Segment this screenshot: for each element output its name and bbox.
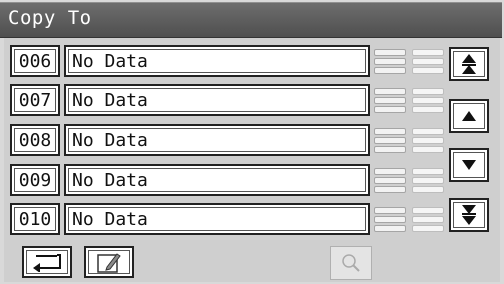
scroll-bottom-button[interactable] bbox=[449, 198, 489, 232]
list-lines-icons bbox=[374, 206, 446, 234]
double-down-arrow-icon bbox=[462, 205, 476, 225]
slot-name-button[interactable]: No Data bbox=[64, 164, 370, 196]
slot-name-button[interactable]: No Data bbox=[64, 45, 370, 77]
slot-name-button[interactable]: No Data bbox=[64, 203, 370, 235]
slot-number-button[interactable]: 009 bbox=[10, 164, 60, 196]
list-lines-icon bbox=[412, 87, 444, 115]
list-lines-icons bbox=[374, 167, 446, 195]
list-lines-icon bbox=[374, 127, 406, 155]
copy-to-screen: Copy To 006 No Data 007 No Data 008 No D… bbox=[0, 0, 504, 284]
scroll-up-button[interactable] bbox=[449, 99, 489, 133]
scroll-down-button[interactable] bbox=[449, 148, 489, 182]
page-title: Copy To bbox=[8, 7, 92, 29]
down-arrow-icon bbox=[462, 160, 476, 170]
list-lines-icon bbox=[412, 206, 444, 234]
scroll-top-button[interactable] bbox=[449, 47, 489, 81]
slot-number-button[interactable]: 008 bbox=[10, 124, 60, 156]
magnifier-icon bbox=[342, 254, 360, 272]
up-arrow-icon bbox=[462, 111, 476, 121]
list-lines-icons bbox=[374, 127, 446, 155]
list-lines-icon bbox=[374, 167, 406, 195]
slot-number-button[interactable]: 007 bbox=[10, 84, 60, 116]
title-bar: Copy To bbox=[0, 2, 502, 38]
list-lines-icons bbox=[374, 48, 446, 76]
edit-pencil-icon bbox=[97, 253, 121, 273]
list-lines-icon bbox=[412, 167, 444, 195]
search-button[interactable] bbox=[330, 246, 372, 280]
list-lines-icons bbox=[374, 87, 446, 115]
back-button[interactable] bbox=[22, 246, 72, 278]
slot-name-button[interactable]: No Data bbox=[64, 124, 370, 156]
list-lines-icon bbox=[412, 48, 444, 76]
list-lines-icon bbox=[412, 127, 444, 155]
slot-number-button[interactable]: 006 bbox=[10, 45, 60, 77]
edit-button[interactable] bbox=[84, 246, 134, 278]
list-lines-icon bbox=[374, 48, 406, 76]
double-up-arrow-icon bbox=[462, 54, 476, 74]
list-lines-icon bbox=[374, 206, 406, 234]
slot-name-button[interactable]: No Data bbox=[64, 84, 370, 116]
slot-number-button[interactable]: 010 bbox=[10, 203, 60, 235]
return-arrow-icon bbox=[33, 254, 61, 272]
list-lines-icon bbox=[374, 87, 406, 115]
